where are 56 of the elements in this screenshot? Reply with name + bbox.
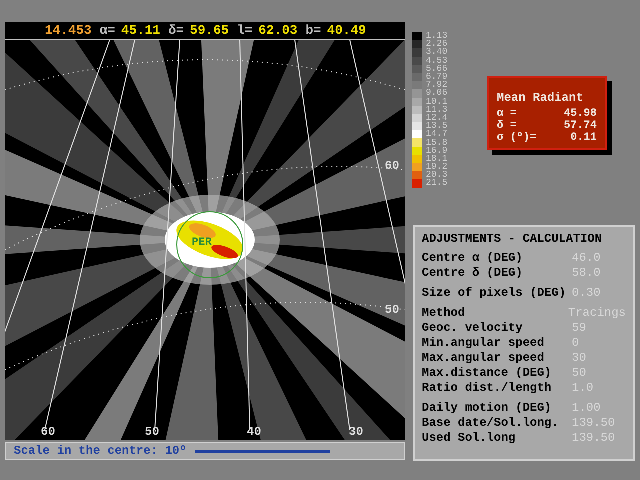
coordinate-label: δ= [168,24,184,37]
setting-label: Base date/Sol.long. [422,416,560,431]
radiant-value: 57.74 [564,120,597,132]
grid-label: 60 [41,426,56,438]
setting-label: Min.angular speed [422,336,546,351]
legend-value: 2.26 [426,40,448,48]
legend-value: 7.92 [426,81,448,90]
legend-value: 16.9 [426,146,448,155]
legend-value: 1.13 [426,32,448,40]
legend-value: 12.4 [426,114,448,122]
legend-value: 10.1 [426,98,448,106]
grid-label: 40 [247,426,262,438]
setting-label: Daily motion (DEG) [422,401,553,416]
setting-label: Max.angular speed [422,351,546,366]
radiant-value: 0.11 [570,132,597,144]
legend-value: 18.1 [426,154,448,163]
shower-label: PER [192,238,212,249]
legend-value: 19.2 [426,163,448,172]
setting-label: Used Sol.long [422,431,517,446]
coordinate-label: α= [100,24,116,37]
setting-label: Ratio dist./length [422,381,553,396]
coordinate-value: 45.11 [121,24,160,37]
legend-value: 6.79 [426,73,448,82]
setting-label: Size of pixels (DEG) [422,286,568,301]
legend-value: 11.3 [426,106,448,114]
setting-label: Method [422,306,466,321]
coordinate-label: b= [306,24,322,37]
panel-title: Mean Radiant [497,92,584,104]
legend-value: 14.7 [426,130,448,138]
coordinate-value: 40.49 [327,24,366,37]
setting-label: Centre δ (DEG) [422,266,524,281]
panel-title: ADJUSTMENTS - CALCULATION [422,232,604,247]
setting-label: Max.distance (DEG) [422,366,553,381]
grid-label: 50 [145,426,160,438]
legend-value: 3.40 [426,48,448,56]
legend-value: 20.3 [426,171,448,180]
scale-label: Scale in the centre: 10º [14,445,187,457]
setting-label: Geoc. velocity [422,321,524,336]
grid-label: 30 [349,426,364,438]
radiant-label: σ (º)= [497,132,537,144]
coordinate-value: 62.03 [258,24,298,37]
grid-label: 60 [385,160,400,172]
legend-value: 21.5 [426,179,448,188]
legend-value: 15.8 [426,138,448,147]
legend-value: 9.06 [426,89,448,98]
legend-value: 4.53 [426,56,448,65]
radiant-value: 45.98 [564,108,597,120]
coordinate-value: 59.65 [190,24,230,37]
legend-value: 5.66 [426,64,448,73]
setting-label: Centre α (DEG) [422,251,524,266]
radiant-label: α = [497,108,517,120]
legend-value: 13.5 [426,122,448,130]
radiant-label: δ = [497,120,517,132]
grid-label: 50 [385,304,400,316]
coordinate-label: l= [237,24,253,37]
time-value: 14.453 [45,24,92,37]
